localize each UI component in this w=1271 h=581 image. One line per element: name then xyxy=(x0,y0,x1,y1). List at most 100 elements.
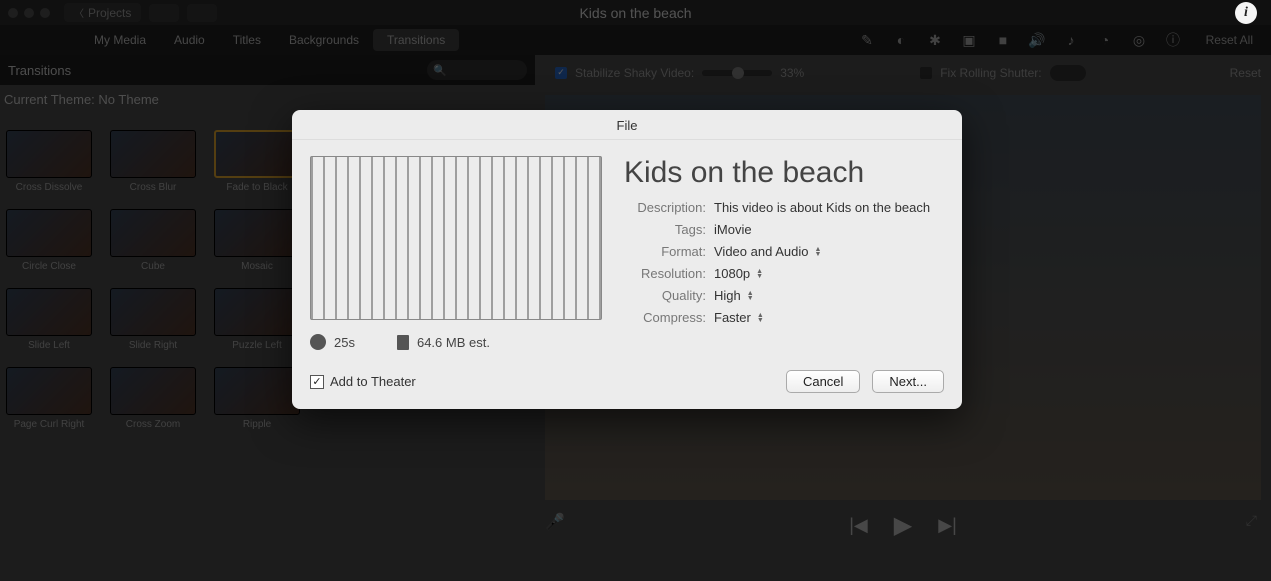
export-filesize: 64.6 MB est. xyxy=(417,335,490,350)
quality-select[interactable]: High xyxy=(714,288,741,303)
transition-cell[interactable]: Puzzle Left xyxy=(214,288,300,351)
export-project-name: Kids on the beach xyxy=(624,156,944,190)
speed-icon[interactable]: ◔ xyxy=(1097,32,1113,48)
transition-label: Ripple xyxy=(243,419,271,430)
camera-icon[interactable]: ■ xyxy=(995,32,1011,48)
transition-cell[interactable]: Slide Right xyxy=(110,288,196,351)
checkmark-icon: ✓ xyxy=(310,375,324,389)
transition-thumbnail xyxy=(6,130,92,178)
info-panel-icon[interactable]: ⓘ xyxy=(1165,32,1181,48)
transition-cell[interactable]: Cross Blur xyxy=(110,130,196,193)
clock-icon xyxy=(310,334,326,350)
rolling-shutter-checkbox[interactable] xyxy=(920,67,932,79)
info-icon[interactable]: i xyxy=(1235,2,1257,24)
theme-value: No Theme xyxy=(98,92,158,107)
resolution-stepper-icon[interactable]: ▲▼ xyxy=(756,269,763,279)
color-balance-icon[interactable]: ◐ xyxy=(893,32,909,48)
compress-label: Compress: xyxy=(624,310,706,325)
dialog-title: File xyxy=(292,110,962,140)
transition-cell[interactable]: Cross Dissolve xyxy=(6,130,92,193)
rolling-shutter-label: Fix Rolling Shutter: xyxy=(940,66,1041,80)
export-duration: 25s xyxy=(334,335,355,350)
transition-label: Fade to Black xyxy=(226,182,287,193)
tab-titles[interactable]: Titles xyxy=(219,29,275,51)
overlay-icon[interactable]: ◎ xyxy=(1131,32,1147,48)
add-to-theater-label: Add to Theater xyxy=(330,374,416,389)
transition-cell[interactable]: Ripple xyxy=(214,367,300,430)
description-label: Description: xyxy=(624,200,706,215)
transition-label: Cross Zoom xyxy=(126,419,180,430)
transition-cell[interactable]: Mosaic xyxy=(214,209,300,272)
quality-label: Quality: xyxy=(624,288,706,303)
transition-thumbnail xyxy=(214,209,300,257)
format-label: Format: xyxy=(624,244,706,259)
stabilize-label: Stabilize Shaky Video: xyxy=(575,66,694,80)
section-header: Transitions xyxy=(8,63,71,78)
fullscreen-icon[interactable]: ⤢ xyxy=(1246,512,1257,529)
resolution-select[interactable]: 1080p xyxy=(714,266,750,281)
next-button[interactable]: Next... xyxy=(872,370,944,393)
play-button[interactable]: ▶ xyxy=(894,511,912,540)
crop-icon[interactable]: ▣ xyxy=(961,32,977,48)
transition-label: Puzzle Left xyxy=(232,340,281,351)
transition-label: Cube xyxy=(141,261,165,272)
volume-icon[interactable]: 🔊 xyxy=(1029,32,1045,48)
color-wheel-icon[interactable]: ✱ xyxy=(927,32,943,48)
export-file-dialog: File 25s 64.6 MB est. Kids on the beach … xyxy=(292,110,962,409)
transition-label: Slide Right xyxy=(129,340,177,351)
quality-stepper-icon[interactable]: ▲▼ xyxy=(747,291,754,301)
file-icon xyxy=(397,335,409,350)
compress-select[interactable]: Faster xyxy=(714,310,751,325)
transition-cell[interactable]: Slide Left xyxy=(6,288,92,351)
theme-label: Current Theme: xyxy=(4,92,95,107)
transition-thumbnail xyxy=(110,130,196,178)
transition-cell[interactable]: Circle Close xyxy=(6,209,92,272)
stabilize-slider[interactable] xyxy=(702,70,772,76)
format-select[interactable]: Video and Audio xyxy=(714,244,808,259)
transition-label: Cross Blur xyxy=(130,182,177,193)
resolution-label: Resolution: xyxy=(624,266,706,281)
add-to-theater-checkbox[interactable]: ✓ Add to Theater xyxy=(310,374,416,389)
cancel-button[interactable]: Cancel xyxy=(786,370,860,393)
transition-cell[interactable]: Cube xyxy=(110,209,196,272)
wand-icon[interactable]: ✎ xyxy=(859,32,875,48)
export-thumbnail xyxy=(310,156,602,320)
transition-label: Mosaic xyxy=(241,261,273,272)
transition-thumbnail xyxy=(214,367,300,415)
format-stepper-icon[interactable]: ▲▼ xyxy=(814,247,821,257)
next-frame-button[interactable]: ▶| xyxy=(938,515,957,536)
transition-label: Slide Left xyxy=(28,340,70,351)
tab-my-media[interactable]: My Media xyxy=(80,29,160,51)
transition-thumbnail xyxy=(110,288,196,336)
stabilize-reset-button[interactable]: Reset xyxy=(1230,66,1261,80)
transition-label: Circle Close xyxy=(22,261,76,272)
transition-thumbnail xyxy=(6,367,92,415)
tab-backgrounds[interactable]: Backgrounds xyxy=(275,29,373,51)
tab-transitions[interactable]: Transitions xyxy=(373,29,459,51)
tags-input[interactable]: iMovie xyxy=(714,222,752,237)
transition-label: Page Curl Right xyxy=(14,419,85,430)
project-title: Kids on the beach xyxy=(0,5,1271,21)
prev-frame-button[interactable]: |◀ xyxy=(849,515,868,536)
transition-cell[interactable]: Page Curl Right xyxy=(6,367,92,430)
search-input[interactable]: 🔍 xyxy=(427,60,527,80)
transition-thumbnail xyxy=(6,288,92,336)
search-icon: 🔍 xyxy=(433,64,447,77)
transition-cell[interactable]: Cross Zoom xyxy=(110,367,196,430)
tab-audio[interactable]: Audio xyxy=(160,29,219,51)
transition-thumbnail xyxy=(110,209,196,257)
description-input[interactable]: This video is about Kids on the beach xyxy=(714,200,930,215)
transition-thumbnail xyxy=(214,130,300,178)
stabilize-checkbox[interactable]: ✓ xyxy=(555,67,567,79)
rolling-shutter-switch[interactable] xyxy=(1050,65,1086,81)
transition-cell[interactable]: Fade to Black xyxy=(214,130,300,193)
transition-thumbnail xyxy=(6,209,92,257)
stabilize-percent: 33% xyxy=(780,66,804,80)
equalizer-icon[interactable]: ♪ xyxy=(1063,32,1079,48)
compress-stepper-icon[interactable]: ▲▼ xyxy=(757,313,764,323)
transition-label: Cross Dissolve xyxy=(16,182,83,193)
reset-all-button[interactable]: Reset All xyxy=(1206,33,1253,47)
transition-thumbnail xyxy=(214,288,300,336)
tags-label: Tags: xyxy=(624,222,706,237)
transition-thumbnail xyxy=(110,367,196,415)
